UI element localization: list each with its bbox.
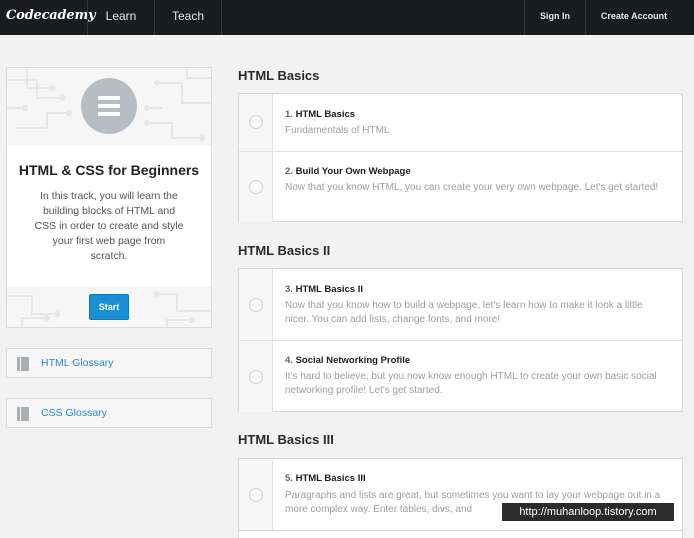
lesson-divider <box>239 530 682 531</box>
glossary-label: HTML Glossary <box>41 357 114 369</box>
section-title: HTML Basics III <box>238 432 334 447</box>
lesson-item[interactable]: 2. Build Your Own Webpage Now that you k… <box>239 152 682 222</box>
nav-teach[interactable]: Teach <box>155 0 221 35</box>
top-navigation-bar: Codecademy Learn Teach Sign In Create Ac… <box>0 0 694 35</box>
lesson-title-text: HTML Basics II <box>295 284 363 295</box>
lesson-title: 2. Build Your Own Webpage <box>285 166 411 177</box>
lesson-item[interactable]: 4. Social Networking Profile It's hard t… <box>239 341 682 412</box>
lesson-title: 1. HTML Basics <box>285 109 355 120</box>
lesson-number: 1. <box>285 109 293 120</box>
css-glossary-link[interactable]: CSS Glossary <box>6 398 212 428</box>
lesson-description: Now that you know how to build a webpage… <box>285 300 643 325</box>
radio-circle-icon[interactable] <box>249 370 263 384</box>
glossary-label: CSS Glossary <box>41 407 107 419</box>
track-card: HTML & CSS for Beginners In this track, … <box>6 67 212 328</box>
document-icon <box>17 357 29 371</box>
lesson-description: Now that you know HTML, you can create y… <box>285 182 659 193</box>
lesson-group: 1. HTML Basics Fundamentals of HTML 2. B… <box>238 93 683 222</box>
radio-circle-icon[interactable] <box>249 115 263 129</box>
lesson-title: 4. Social Networking Profile <box>285 355 410 366</box>
radio-circle-icon[interactable] <box>249 298 263 312</box>
radio-circle-icon[interactable] <box>249 488 263 502</box>
lesson-title: 5. HTML Basics III <box>285 473 366 484</box>
lesson-title-text: HTML Basics <box>295 109 356 120</box>
lesson-title-text: Build Your Own Webpage <box>295 166 411 177</box>
create-account-link[interactable]: Create Account <box>586 0 682 35</box>
lesson-item[interactable]: 1. HTML Basics Fundamentals of HTML <box>239 94 682 151</box>
lesson-number: 5. <box>285 473 293 484</box>
lesson-group: 5. HTML Basics III Paragraphs and lists … <box>238 458 683 538</box>
nav-learn[interactable]: Learn <box>88 0 154 35</box>
lesson-number: 4. <box>285 355 293 366</box>
section-title: HTML Basics <box>238 68 320 83</box>
lesson-title-text: Social Networking Profile <box>295 355 411 366</box>
track-description: In this track, you will learn the buildi… <box>34 190 184 262</box>
html-glossary-link[interactable]: HTML Glossary <box>6 348 212 378</box>
lesson-description: Fundamentals of HTML <box>285 125 390 136</box>
start-button[interactable]: Start <box>89 294 129 320</box>
lesson-title: 3. HTML Basics II <box>285 284 363 295</box>
watermark-url: http://muhanloop.tistory.com <box>502 503 674 521</box>
lesson-description: It's hard to believe, but you now know e… <box>285 371 657 396</box>
sign-in-link[interactable]: Sign In <box>525 0 585 35</box>
nav-separator <box>221 0 222 35</box>
list-menu-icon <box>81 78 137 134</box>
lesson-title-text: HTML Basics III <box>295 473 366 484</box>
section-title: HTML Basics II <box>238 243 331 258</box>
radio-circle-icon[interactable] <box>249 180 263 194</box>
codecademy-logo[interactable]: Codecademy <box>6 8 96 23</box>
lesson-number: 2. <box>285 166 293 177</box>
track-title: HTML & CSS for Beginners <box>18 162 200 178</box>
lesson-group: 3. HTML Basics II Now that you know how … <box>238 268 683 412</box>
lesson-item[interactable]: 3. HTML Basics II Now that you know how … <box>239 269 682 340</box>
lesson-number: 3. <box>285 284 293 295</box>
document-icon <box>17 407 29 421</box>
